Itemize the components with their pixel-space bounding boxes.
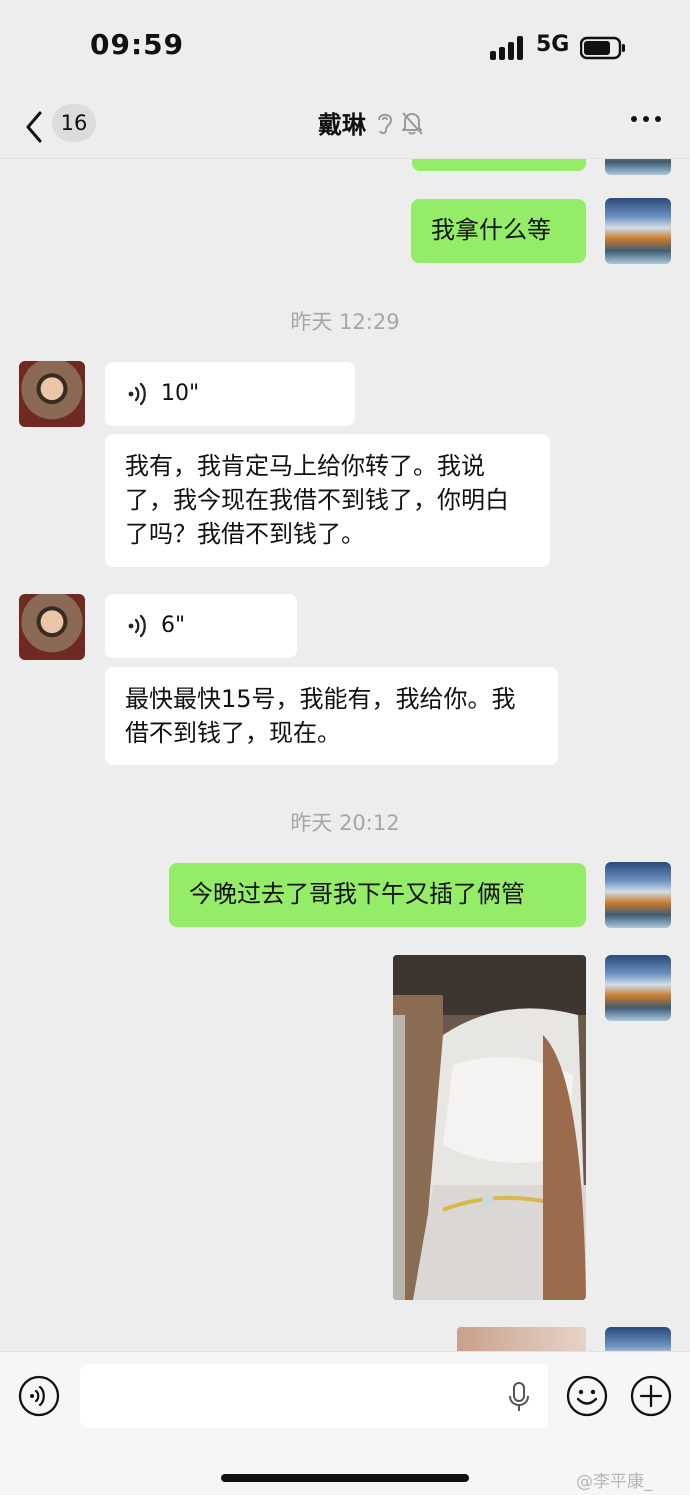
transcript-text: 最快最快15号，我能有，我给你。我借不到钱了，现在。	[125, 685, 516, 747]
my-avatar[interactable]	[605, 862, 671, 928]
status-bar: 09:59 5G	[0, 0, 690, 95]
home-indicator[interactable]	[221, 1474, 469, 1482]
voice-wave-icon	[128, 382, 146, 406]
voice-input-toggle-icon[interactable]	[18, 1375, 60, 1417]
more-options-icon[interactable]	[630, 113, 662, 125]
my-avatar[interactable]	[605, 955, 671, 1021]
unread-badge[interactable]: 16	[52, 104, 96, 142]
sent-text-bubble[interactable]: 今晚过去了哥我下午又插了俩管	[169, 863, 586, 927]
contact-avatar[interactable]	[19, 361, 85, 427]
signal-icon	[490, 36, 526, 60]
transcript-text: 我有，我肯定马上给你转了。我说了，我今现在我借不到钱了，你明白了吗？我借不到钱了…	[125, 452, 509, 548]
status-time: 09:59	[90, 28, 185, 61]
message-text: 我拿什么等	[431, 216, 551, 244]
sent-photo[interactable]	[393, 955, 586, 1300]
my-avatar[interactable]	[605, 159, 671, 175]
message-input[interactable]	[80, 1364, 548, 1428]
voice-transcript-bubble: 最快最快15号，我能有，我给你。我借不到钱了，现在。	[105, 667, 558, 765]
sent-text-bubble-partial[interactable]	[412, 159, 586, 171]
message-text: 今晚过去了哥我下午又插了俩管	[189, 880, 525, 908]
add-plus-icon[interactable]	[630, 1375, 672, 1417]
my-avatar[interactable]	[605, 198, 671, 264]
chat-title: 戴琳	[318, 111, 366, 139]
watermark: @李平康_	[576, 1472, 653, 1492]
timestamp: 昨天 20:12	[290, 811, 400, 835]
voice-duration: 6"	[161, 613, 186, 638]
timestamp: 昨天 12:29	[290, 310, 400, 334]
voice-duration: 10"	[161, 381, 200, 406]
voice-message-bubble[interactable]: 6"	[105, 594, 297, 658]
battery-icon	[580, 36, 625, 60]
voice-transcript-bubble: 我有，我肯定马上给你转了。我说了，我今现在我借不到钱了，你明白了吗？我借不到钱了…	[105, 434, 550, 567]
sent-text-bubble[interactable]: 我拿什么等	[411, 199, 586, 263]
voice-message-bubble[interactable]: 10"	[105, 362, 355, 426]
input-bar: @李平康_	[0, 1351, 690, 1495]
contact-avatar[interactable]	[19, 594, 85, 660]
chat-header: 16 戴琳	[0, 95, 690, 159]
voice-wave-icon	[128, 614, 146, 638]
earpiece-mode-icon	[378, 113, 393, 135]
microphone-icon[interactable]	[508, 1382, 530, 1412]
mute-bell-icon	[402, 112, 423, 135]
emoji-icon[interactable]	[566, 1375, 608, 1417]
my-avatar[interactable]	[605, 1327, 671, 1351]
back-arrow-icon[interactable]	[20, 105, 54, 149]
network-type: 5G	[536, 32, 570, 57]
message-list[interactable]: 我拿什么等 昨天 12:29 10" 我有，我肯定马上给你转了。我说了，我今现在…	[0, 159, 690, 1351]
hospital-bed-photo	[393, 955, 586, 1300]
sent-photo-partial[interactable]	[457, 1327, 586, 1351]
